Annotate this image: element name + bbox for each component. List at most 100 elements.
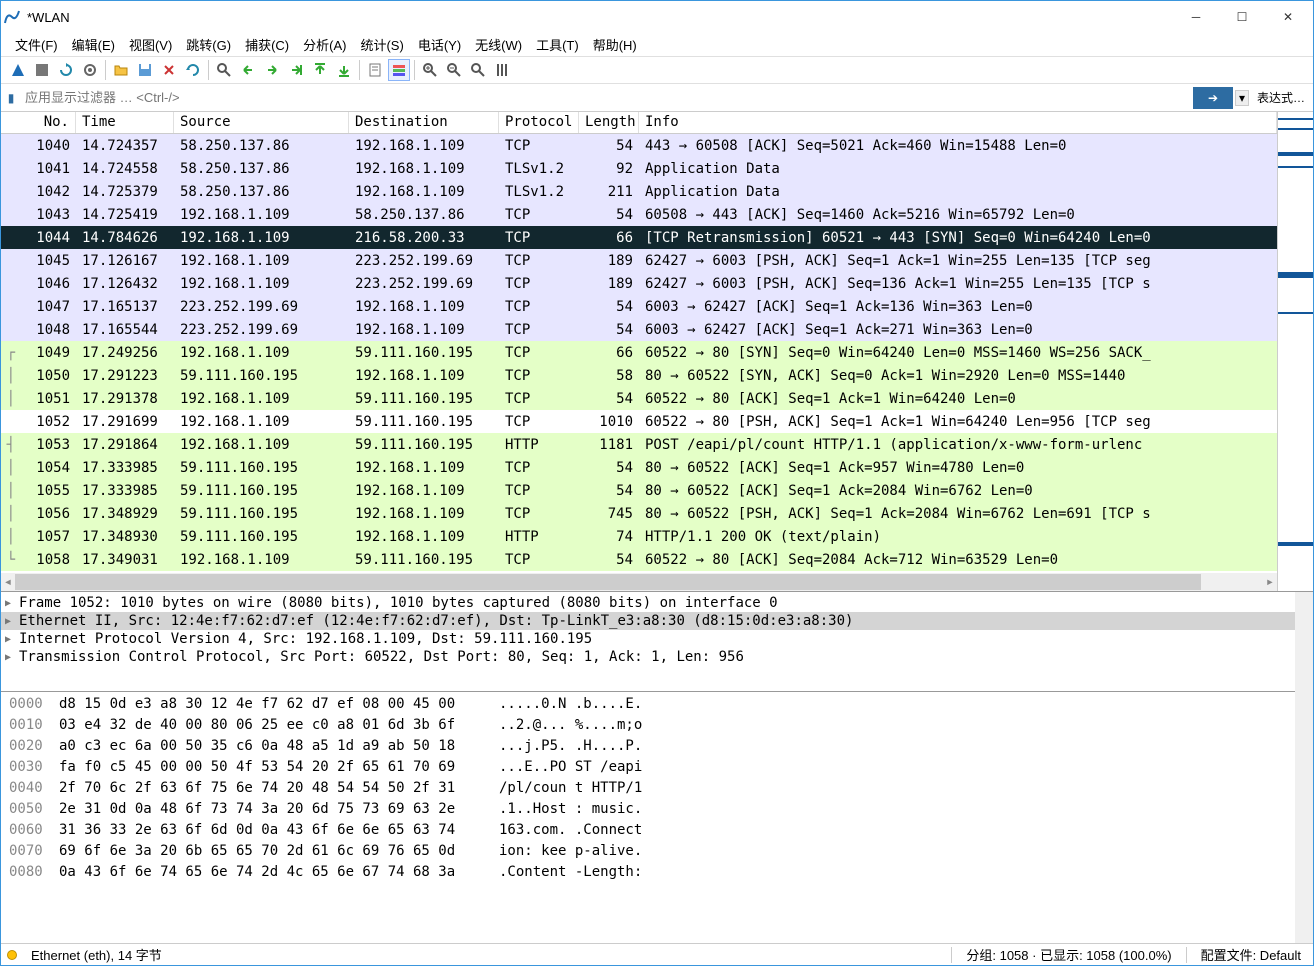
packet-row[interactable]: 104314.725419192.168.1.10958.250.137.86T…: [1, 203, 1277, 226]
colorize-icon[interactable]: [388, 59, 410, 81]
options-icon[interactable]: [79, 59, 101, 81]
col-no[interactable]: No.: [1, 112, 76, 133]
byte-line[interactable]: 0020a0 c3 ec 6a 00 50 35 c6 0a 48 a5 1d …: [9, 736, 1287, 757]
maximize-button[interactable]: ☐: [1219, 1, 1265, 33]
details-vscroll[interactable]: [1295, 592, 1313, 692]
packet-row[interactable]: 104617.126432192.168.1.109223.252.199.69…: [1, 272, 1277, 295]
open-icon[interactable]: [110, 59, 132, 81]
packet-row[interactable]: 104817.165544223.252.199.69192.168.1.109…: [1, 318, 1277, 341]
go-back-icon[interactable]: [237, 59, 259, 81]
reload-icon[interactable]: [182, 59, 204, 81]
packet-row[interactable]: │105717.34893059.111.160.195192.168.1.10…: [1, 525, 1277, 548]
restart-icon[interactable]: [55, 59, 77, 81]
menu-item[interactable]: 工具(T): [532, 35, 583, 54]
packet-row[interactable]: │105617.34892959.111.160.195192.168.1.10…: [1, 502, 1277, 525]
byte-hex: 2e 31 0d 0a 48 6f 73 74 3a 20 6d 75 73 6…: [59, 799, 499, 820]
packet-row[interactable]: │105417.33398559.111.160.195192.168.1.10…: [1, 456, 1277, 479]
packet-details-pane[interactable]: ▶Frame 1052: 1010 bytes on wire (8080 bi…: [1, 592, 1295, 692]
expert-info-icon[interactable]: [7, 950, 17, 960]
packet-row[interactable]: 104414.784626192.168.1.109216.58.200.33T…: [1, 226, 1277, 249]
display-filter-input[interactable]: [21, 86, 1193, 110]
col-source[interactable]: Source: [174, 112, 349, 133]
go-forward-icon[interactable]: [261, 59, 283, 81]
packet-bytes-pane[interactable]: 0000d8 15 0d e3 a8 30 12 4e f7 62 d7 ef …: [1, 692, 1295, 943]
menu-item[interactable]: 视图(V): [125, 35, 176, 54]
byte-line[interactable]: 00800a 43 6f 6e 74 65 6e 74 2d 4c 65 6e …: [9, 862, 1287, 883]
packet-row[interactable]: ┌104917.249256192.168.1.10959.111.160.19…: [1, 341, 1277, 364]
close-button[interactable]: ✕: [1265, 1, 1311, 33]
packet-row[interactable]: │105017.29122359.111.160.195192.168.1.10…: [1, 364, 1277, 387]
packet-row[interactable]: 105217.291699192.168.1.10959.111.160.195…: [1, 410, 1277, 433]
shark-fin-icon[interactable]: [7, 59, 29, 81]
menu-item[interactable]: 文件(F): [11, 35, 62, 54]
packet-row[interactable]: 104717.165137223.252.199.69192.168.1.109…: [1, 295, 1277, 318]
expand-icon[interactable]: ▶: [5, 616, 19, 627]
expression-button[interactable]: 表达式…: [1249, 87, 1313, 109]
apply-filter-button[interactable]: ➔: [1193, 87, 1233, 109]
zoom-reset-icon[interactable]: [467, 59, 489, 81]
bookmark-icon[interactable]: ▮: [1, 91, 21, 105]
packet-list-hscroll[interactable]: ◂ ▸: [1, 573, 1277, 591]
filter-dropdown-button[interactable]: ▾: [1235, 90, 1249, 106]
menu-item[interactable]: 分析(A): [299, 35, 350, 54]
packet-minimap[interactable]: [1277, 112, 1313, 591]
minimize-button[interactable]: ─: [1173, 1, 1219, 33]
cell-no: 1042: [21, 184, 76, 200]
packet-row[interactable]: ┤105317.291864192.168.1.10959.111.160.19…: [1, 433, 1277, 456]
toolbar: [1, 56, 1313, 84]
expand-icon[interactable]: ▶: [5, 634, 19, 645]
cell-source: 192.168.1.109: [174, 207, 349, 223]
save-icon[interactable]: [134, 59, 156, 81]
cell-info: 62427 → 6003 [PSH, ACK] Seq=136 Ack=1 Wi…: [639, 276, 1277, 292]
byte-line[interactable]: 0000d8 15 0d e3 a8 30 12 4e f7 62 d7 ef …: [9, 694, 1287, 715]
col-info[interactable]: Info: [639, 112, 1277, 133]
detail-row[interactable]: ▶Transmission Control Protocol, Src Port…: [1, 648, 1295, 666]
packet-list-header[interactable]: No. Time Source Destination Protocol Len…: [1, 112, 1277, 134]
col-time[interactable]: Time: [76, 112, 174, 133]
zoom-in-icon[interactable]: [419, 59, 441, 81]
go-last-icon[interactable]: [333, 59, 355, 81]
packet-row[interactable]: 104114.72455858.250.137.86192.168.1.109T…: [1, 157, 1277, 180]
detail-row[interactable]: ▶Frame 1052: 1010 bytes on wire (8080 bi…: [1, 594, 1295, 612]
byte-line[interactable]: 0030fa f0 c5 45 00 00 50 4f 53 54 20 2f …: [9, 757, 1287, 778]
packet-row[interactable]: 104214.72537958.250.137.86192.168.1.109T…: [1, 180, 1277, 203]
menu-item[interactable]: 跳转(G): [182, 35, 235, 54]
col-length[interactable]: Length: [579, 112, 639, 133]
go-first-icon[interactable]: [309, 59, 331, 81]
col-destination[interactable]: Destination: [349, 112, 499, 133]
menu-item[interactable]: 捕获(C): [241, 35, 293, 54]
resize-columns-icon[interactable]: [491, 59, 513, 81]
expand-icon[interactable]: ▶: [5, 598, 19, 609]
byte-line[interactable]: 00502e 31 0d 0a 48 6f 73 74 3a 20 6d 75 …: [9, 799, 1287, 820]
packet-row[interactable]: │105517.33398559.111.160.195192.168.1.10…: [1, 479, 1277, 502]
byte-line[interactable]: 007069 6f 6e 3a 20 6b 65 65 70 2d 61 6c …: [9, 841, 1287, 862]
detail-row[interactable]: ▶Ethernet II, Src: 12:4e:f7:62:d7:ef (12…: [1, 612, 1295, 630]
byte-line[interactable]: 006031 36 33 2e 63 6f 6d 0d 0a 43 6f 6e …: [9, 820, 1287, 841]
cell-time: 14.724357: [76, 138, 174, 154]
close-file-icon[interactable]: [158, 59, 180, 81]
expand-icon[interactable]: ▶: [5, 652, 19, 663]
byte-line[interactable]: 00402f 70 6c 2f 63 6f 75 6e 74 20 48 54 …: [9, 778, 1287, 799]
menu-item[interactable]: 编辑(E): [68, 35, 119, 54]
cell-time: 17.349031: [76, 552, 174, 568]
bytes-vscroll[interactable]: [1295, 692, 1313, 943]
byte-line[interactable]: 001003 e4 32 de 40 00 80 06 25 ee c0 a8 …: [9, 715, 1287, 736]
menu-item[interactable]: 无线(W): [471, 35, 526, 54]
packet-row[interactable]: 104517.126167192.168.1.109223.252.199.69…: [1, 249, 1277, 272]
packet-row[interactable]: └105817.349031192.168.1.10959.111.160.19…: [1, 548, 1277, 571]
cell-info: 60522 → 80 [ACK] Seq=2084 Ack=712 Win=63…: [639, 552, 1277, 568]
status-profile[interactable]: 配置文件: Default: [1195, 945, 1307, 964]
detail-row[interactable]: ▶Internet Protocol Version 4, Src: 192.1…: [1, 630, 1295, 648]
byte-ascii: ..2.@... %....m;o: [499, 715, 1287, 736]
zoom-out-icon[interactable]: [443, 59, 465, 81]
auto-scroll-icon[interactable]: [364, 59, 386, 81]
find-icon[interactable]: [213, 59, 235, 81]
packet-row[interactable]: 104014.72435758.250.137.86192.168.1.109T…: [1, 134, 1277, 157]
col-protocol[interactable]: Protocol: [499, 112, 579, 133]
menu-item[interactable]: 帮助(H): [589, 35, 641, 54]
menu-item[interactable]: 统计(S): [356, 35, 407, 54]
stop-icon[interactable]: [31, 59, 53, 81]
packet-row[interactable]: │105117.291378192.168.1.10959.111.160.19…: [1, 387, 1277, 410]
menu-item[interactable]: 电话(Y): [414, 35, 465, 54]
go-to-packet-icon[interactable]: [285, 59, 307, 81]
